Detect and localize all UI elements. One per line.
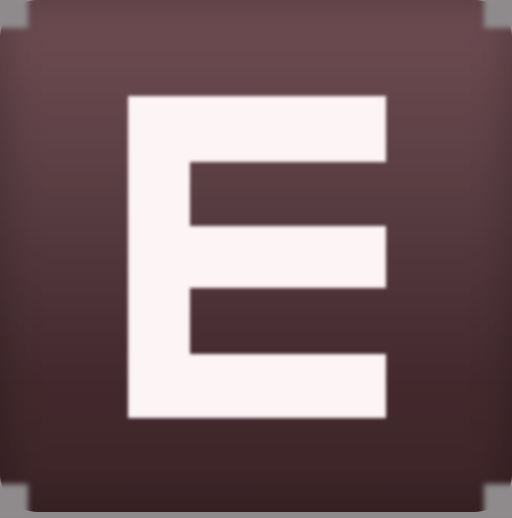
letter-e-icon: E [128, 96, 386, 418]
corner-mark-bottom-left [0, 484, 28, 518]
corner-mark-top-left [0, 0, 28, 28]
corner-mark-top-right [484, 0, 512, 28]
app-icon-tile[interactable]: E [0, 0, 512, 512]
corner-mark-bottom-right [484, 484, 512, 518]
